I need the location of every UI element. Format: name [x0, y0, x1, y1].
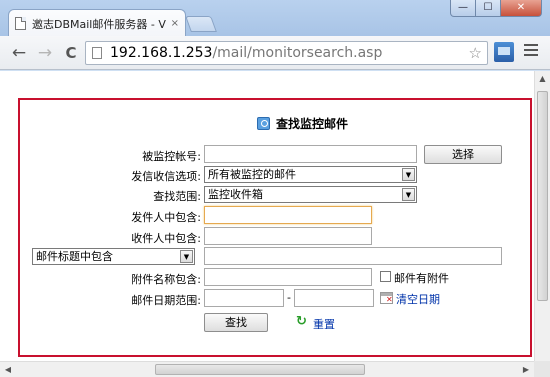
close-window-button[interactable]: ✕ [500, 0, 542, 17]
horizontal-scroll-thumb[interactable] [155, 364, 365, 375]
sender-input[interactable] [204, 206, 372, 224]
send-receive-value: 所有被监控的邮件 [208, 168, 296, 181]
sender-label: 发件人中包含: [131, 211, 201, 224]
attachment-name-input[interactable] [204, 268, 372, 286]
bookmark-star-icon[interactable]: ☆ [469, 44, 482, 62]
search-scope-select[interactable]: 监控收件箱 ▼ [204, 186, 417, 203]
date-to-input[interactable] [294, 289, 374, 307]
chevron-down-icon: ▼ [402, 188, 415, 201]
clear-date-link[interactable]: 清空日期 [396, 291, 440, 307]
vertical-scrollbar[interactable]: ▲ [534, 71, 550, 361]
monitored-account-input[interactable] [204, 145, 417, 163]
tab-close-icon[interactable]: × [171, 18, 179, 29]
browser-titlebar: 邀志DBMail邮件服务器 - V × — ☐ ✕ [0, 0, 550, 37]
reload-button[interactable]: C [60, 42, 82, 64]
chevron-down-icon: ▼ [180, 250, 193, 263]
select-account-button[interactable]: 选择 [424, 145, 502, 164]
search-button[interactable]: 查找 [204, 313, 268, 332]
subject-field-value: 邮件标题中包含 [36, 250, 113, 263]
page-viewport: 查找监控邮件 被监控帐号: 选择 发信收信选项: 所有被监控的邮件 ▼ 查找范围… [0, 71, 550, 377]
vertical-scroll-thumb[interactable] [537, 91, 548, 301]
reset-link[interactable]: 重置 [313, 316, 335, 332]
monitor-search-panel: 查找监控邮件 被监控帐号: 选择 发信收信选项: 所有被监控的邮件 ▼ 查找范围… [18, 98, 532, 357]
url-path: /mail/monitorsearch.asp [212, 45, 383, 61]
recipient-label: 收件人中包含: [131, 232, 201, 245]
has-attachment-checkbox[interactable] [380, 271, 391, 282]
panel-title: 查找监控邮件 [257, 115, 348, 132]
minimize-button[interactable]: — [450, 0, 476, 17]
scrollbar-corner [534, 361, 550, 377]
page-icon [92, 47, 102, 59]
monitored-account-label: 被监控帐号: [142, 150, 201, 163]
subject-input[interactable] [204, 247, 502, 265]
maximize-button[interactable]: ☐ [475, 0, 501, 17]
calendar-clear-icon[interactable] [380, 292, 393, 304]
attachment-name-label: 附件名称包含: [131, 273, 201, 286]
send-receive-select[interactable]: 所有被监控的邮件 ▼ [204, 166, 417, 183]
send-receive-label: 发信收信选项: [131, 170, 201, 183]
search-scope-value: 监控收件箱 [208, 188, 263, 201]
horizontal-scrollbar[interactable]: ◀ ▶ [0, 361, 534, 377]
back-button[interactable]: ← [8, 42, 30, 64]
browser-toolbar: ← → C 192.168.1.253/mail/monitorsearch.a… [0, 36, 550, 70]
refresh-icon[interactable]: ↻ [296, 314, 307, 329]
forward-button[interactable]: → [34, 42, 56, 64]
extension-icon[interactable] [494, 42, 514, 62]
address-bar[interactable]: 192.168.1.253/mail/monitorsearch.asp ☆ [85, 41, 488, 65]
recipient-input[interactable] [204, 227, 372, 245]
date-range-label: 邮件日期范围: [131, 294, 201, 307]
scroll-right-icon[interactable]: ▶ [518, 362, 534, 377]
browser-tab[interactable]: 邀志DBMail邮件服务器 - V × [8, 9, 186, 37]
new-tab-button[interactable] [185, 16, 217, 32]
page-icon [15, 17, 26, 30]
scroll-left-icon[interactable]: ◀ [0, 362, 16, 377]
tab-title: 邀志DBMail邮件服务器 - V [32, 17, 166, 31]
chevron-down-icon: ▼ [402, 168, 415, 181]
scroll-up-icon[interactable]: ▲ [535, 71, 550, 87]
subject-field-select[interactable]: 邮件标题中包含 ▼ [32, 248, 195, 265]
search-icon [257, 117, 270, 130]
menu-icon[interactable] [524, 44, 538, 59]
window-controls: — ☐ ✕ [450, 0, 542, 17]
date-from-input[interactable] [204, 289, 284, 307]
page-title: 查找监控邮件 [276, 117, 349, 131]
url-host: 192.168.1.253 [110, 45, 213, 61]
has-attachment-label: 邮件有附件 [394, 272, 449, 285]
date-separator: - [287, 291, 291, 304]
search-scope-label: 查找范围: [153, 190, 201, 203]
